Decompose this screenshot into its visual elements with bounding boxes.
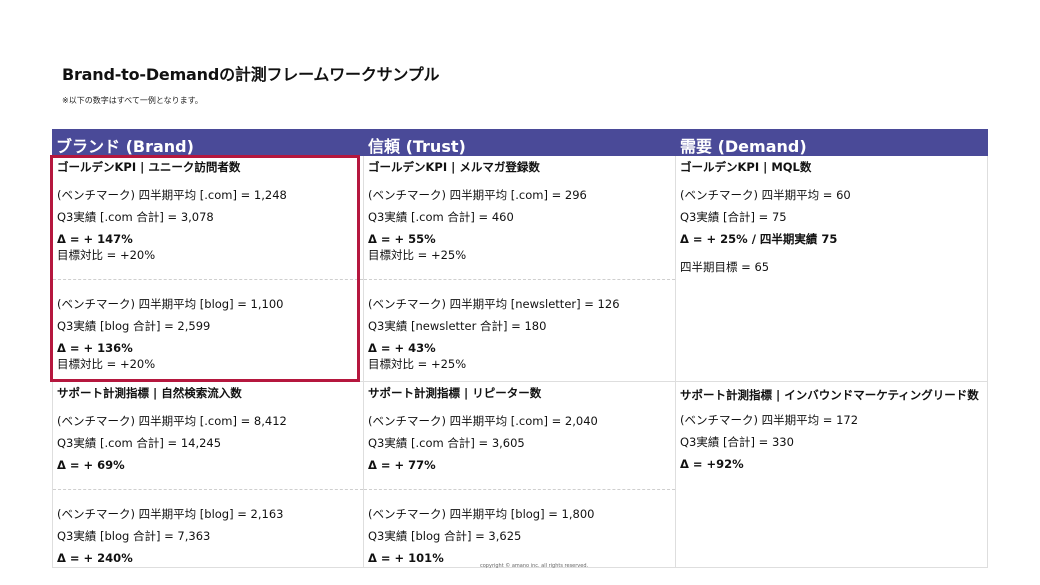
actual-text: Q3実績 [.com 合計] = 460 — [368, 210, 514, 224]
actual-text: Q3実績 [newsletter 合計] = 180 — [368, 319, 547, 333]
copyright-notice: copyright © amano inc. all rights reserv… — [480, 563, 589, 569]
actual-text: Q3実績 [blog 合計] = 3,625 — [368, 529, 522, 543]
delta-text: Δ = + 55% — [368, 232, 436, 246]
target-text: 目標対比 = +25% — [368, 357, 467, 371]
page-title: Brand-to-Demandの計測フレームワークサンプル — [62, 65, 440, 84]
support-metric-brand-cell: サポート計測指標 | 自然検索流入数 (ベンチマーク) 四半期平均 [.com]… — [52, 382, 364, 568]
delta-text: Δ = + 43% — [368, 341, 436, 355]
disclaimer-note: ※以下の数字はすべて一例となります。 — [62, 96, 203, 105]
column-header-demand: 需要 (Demand) — [676, 129, 988, 156]
kpi-framework-table: ブランド (Brand) 信頼 (Trust) 需要 (Demand) ゴールデ… — [52, 129, 988, 568]
benchmark-text: (ベンチマーク) 四半期平均 [blog] = 2,163 — [57, 507, 284, 521]
actual-text: Q3実績 [.com 合計] = 14,245 — [57, 436, 222, 450]
divider — [364, 489, 675, 490]
actual-text: Q3実績 [.com 合計] = 3,078 — [57, 210, 214, 224]
golden-kpi-demand-title: ゴールデンKPI | MQL数 — [680, 160, 812, 174]
divider — [53, 279, 363, 280]
golden-kpi-trust-cell: ゴールデンKPI | メルマガ登録数 (ベンチマーク) 四半期平均 [.com]… — [364, 156, 676, 382]
support-metric-trust-cell: サポート計測指標 | リピーター数 (ベンチマーク) 四半期平均 [.com] … — [364, 382, 676, 568]
benchmark-text: (ベンチマーク) 四半期平均 = 172 — [680, 413, 859, 427]
benchmark-text: (ベンチマーク) 四半期平均 [blog] = 1,800 — [368, 507, 595, 521]
divider — [53, 489, 363, 490]
target-text: 目標対比 = +20% — [57, 248, 156, 262]
benchmark-text: (ベンチマーク) 四半期平均 [.com] = 1,248 — [57, 188, 287, 202]
delta-text: Δ = + 77% — [368, 458, 436, 472]
golden-kpi-brand-cell: ゴールデンKPI | ユニーク訪問者数 (ベンチマーク) 四半期平均 [.com… — [52, 156, 364, 382]
delta-text: Δ = + 240% — [57, 551, 133, 565]
actual-text: Q3実績 [blog 合計] = 2,599 — [57, 319, 211, 333]
column-header-brand: ブランド (Brand) — [52, 129, 364, 156]
support-metric-brand-title: サポート計測指標 | 自然検索流入数 — [57, 386, 242, 400]
benchmark-text: (ベンチマーク) 四半期平均 [blog] = 1,100 — [57, 297, 284, 311]
benchmark-text: (ベンチマーク) 四半期平均 [.com] = 2,040 — [368, 414, 598, 428]
actual-text: Q3実績 [blog 合計] = 7,363 — [57, 529, 211, 543]
golden-kpi-demand-cell: ゴールデンKPI | MQL数 (ベンチマーク) 四半期平均 = 60 Q3実績… — [676, 156, 988, 382]
support-metric-demand-title: サポート計測指標 | インバウンドマーケティングリード数 — [680, 388, 979, 402]
target-text: 目標対比 = +20% — [57, 357, 156, 371]
benchmark-text: (ベンチマーク) 四半期平均 [.com] = 8,412 — [57, 414, 287, 428]
delta-text: Δ = +92% — [680, 457, 744, 471]
golden-kpi-trust-title: ゴールデンKPI | メルマガ登録数 — [368, 160, 540, 174]
actual-text: Q3実績 [合計] = 330 — [680, 435, 794, 449]
support-metric-demand-cell: サポート計測指標 | インバウンドマーケティングリード数 (ベンチマーク) 四半… — [676, 382, 988, 568]
divider — [364, 279, 675, 280]
benchmark-text: (ベンチマーク) 四半期平均 [.com] = 296 — [368, 188, 587, 202]
delta-text: Δ = + 136% — [57, 341, 133, 355]
delta-text: Δ = + 25% / 四半期実績 75 — [680, 232, 838, 246]
column-header-trust: 信頼 (Trust) — [364, 129, 676, 156]
benchmark-text: (ベンチマーク) 四半期平均 [newsletter] = 126 — [368, 297, 620, 311]
golden-kpi-brand-title: ゴールデンKPI | ユニーク訪問者数 — [57, 160, 241, 174]
actual-text: Q3実績 [.com 合計] = 3,605 — [368, 436, 525, 450]
support-metric-trust-title: サポート計測指標 | リピーター数 — [368, 386, 542, 400]
benchmark-text: (ベンチマーク) 四半期平均 = 60 — [680, 188, 851, 202]
delta-text: Δ = + 147% — [57, 232, 133, 246]
target-text: 四半期目標 = 65 — [680, 260, 770, 274]
target-text: 目標対比 = +25% — [368, 248, 467, 262]
actual-text: Q3実績 [合計] = 75 — [680, 210, 787, 224]
delta-text: Δ = + 69% — [57, 458, 125, 472]
